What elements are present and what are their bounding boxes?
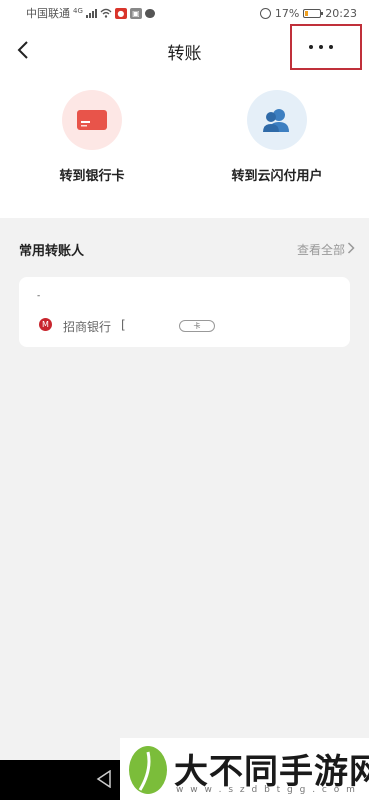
- leaf-logo-icon: [129, 746, 167, 794]
- app-notification-icon-2: ▣: [129, 7, 142, 19]
- bank-card-icon: [77, 110, 107, 130]
- payee-card-number: [: [121, 318, 126, 332]
- frequent-payees-title: 常用转账人: [19, 244, 85, 259]
- more-dots-icon: [309, 45, 333, 49]
- nav-bar: 转账: [0, 24, 369, 74]
- see-all-link[interactable]: 查看全部: [297, 241, 345, 258]
- transfer-to-bank-card-button[interactable]: 转到银行卡: [27, 90, 157, 184]
- app-notification-icon: ●: [114, 7, 127, 19]
- payee-name: -: [37, 291, 41, 301]
- payee-bank-name: 招商银行: [63, 320, 112, 334]
- status-bar: 中国联通 4G ● ▣ 17% 20:23: [0, 0, 369, 26]
- payee-card[interactable]: - M 招商银行 [ 卡: [19, 277, 350, 347]
- users-icon-circle: [247, 90, 307, 150]
- chevron-right-icon[interactable]: [347, 242, 355, 254]
- transfer-to-ysf-user-button[interactable]: 转到云闪付用户: [212, 90, 342, 184]
- transfer-to-bank-card-label: 转到银行卡: [59, 169, 125, 184]
- battery-icon: [303, 8, 324, 18]
- bank-card-icon-circle: [62, 90, 122, 150]
- top-section: 转账 转到银行卡 转到云闪付用户: [0, 24, 369, 218]
- transfer-to-ysf-user-label: 转到云闪付用户: [231, 169, 323, 184]
- wifi-icon: [100, 8, 112, 18]
- card-type-tag: 卡: [179, 320, 215, 332]
- more-button[interactable]: [290, 24, 362, 70]
- battery-percent: 17%: [274, 6, 300, 20]
- network-label: 4G: [73, 7, 83, 15]
- cmb-bank-logo-icon: M: [39, 318, 52, 331]
- users-icon: [263, 109, 289, 132]
- clock: 20:23: [325, 6, 357, 20]
- watermark: 大不同手游网 w w w . s z d b t g g . c o m: [120, 738, 369, 800]
- carrier-label: 中国联通: [26, 7, 70, 20]
- alarm-icon: [259, 7, 271, 19]
- system-back-icon[interactable]: [96, 770, 112, 788]
- watermark-url: w w w . s z d b t g g . c o m: [176, 785, 357, 795]
- message-icon: [144, 8, 155, 18]
- signal-icon: [85, 8, 97, 18]
